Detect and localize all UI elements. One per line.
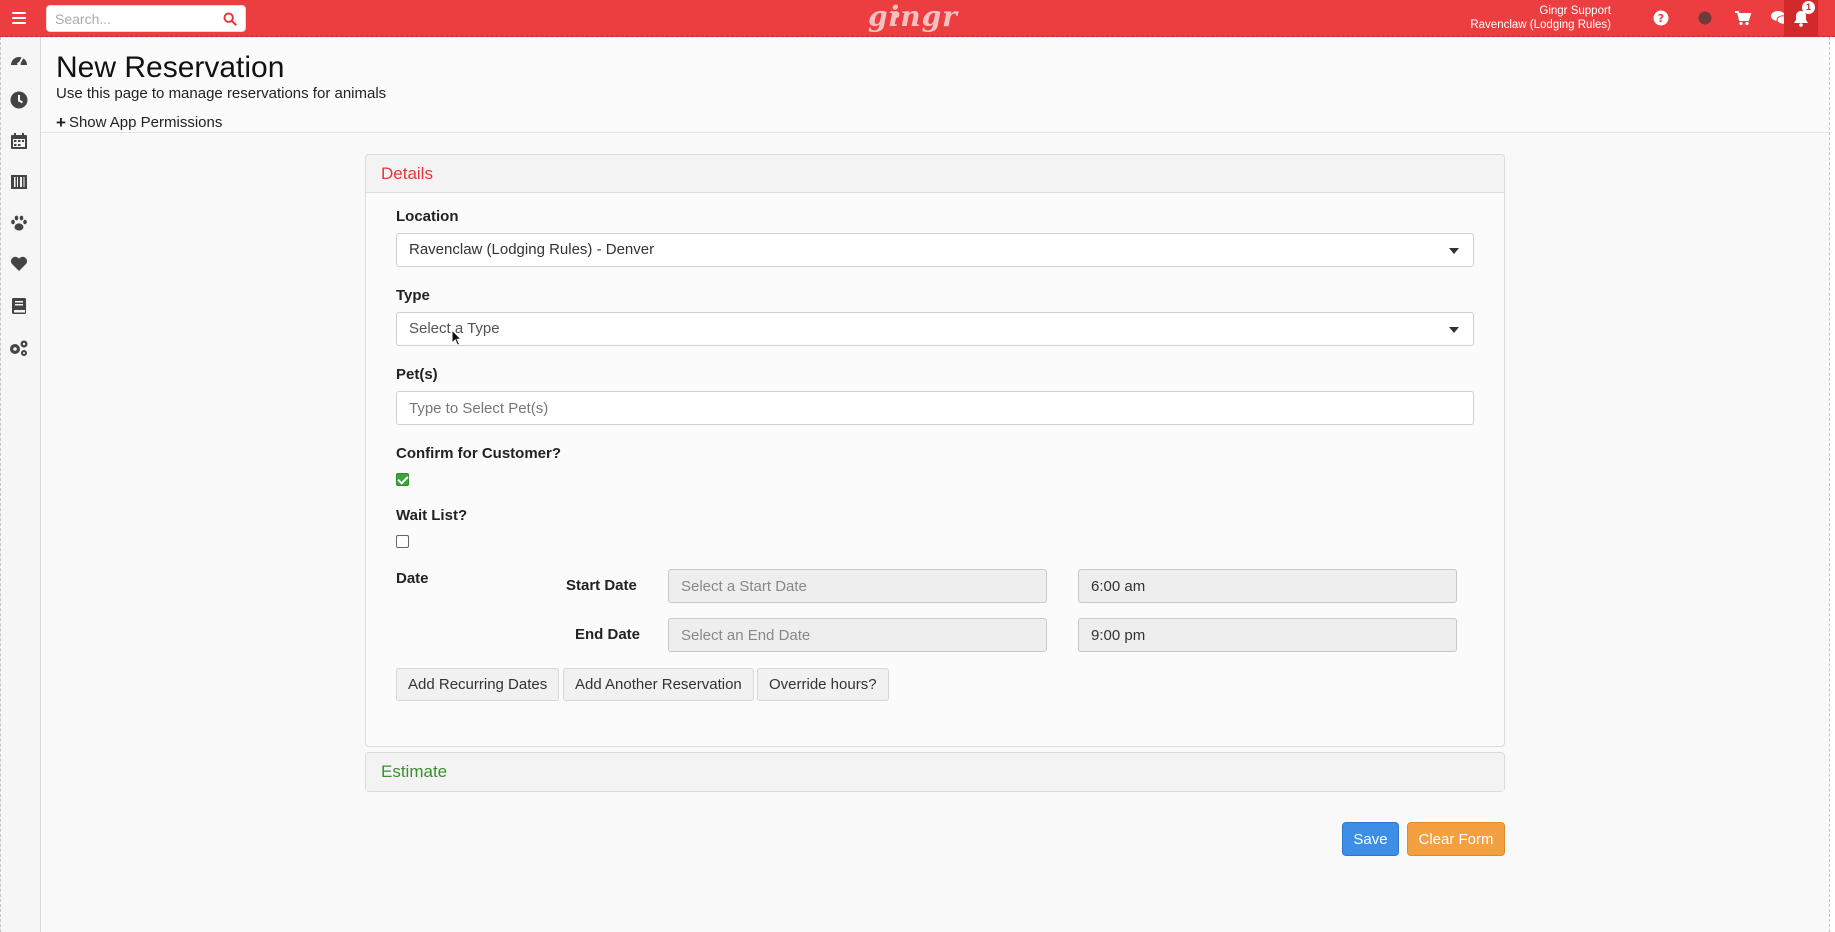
confirm-customer-label: Confirm for Customer? xyxy=(396,445,561,462)
wait-list-label: Wait List? xyxy=(396,507,468,524)
start-date-input[interactable] xyxy=(668,569,1047,603)
clock-icon[interactable] xyxy=(8,89,30,111)
settings-icon[interactable] xyxy=(8,337,30,359)
start-date-label: Start Date xyxy=(566,577,637,594)
user-name: Gingr Support xyxy=(1539,5,1611,17)
location-label: Location xyxy=(396,208,459,225)
page-title: New Reservation xyxy=(56,51,285,84)
add-another-reservation-button[interactable]: Add Another Reservation xyxy=(563,668,754,701)
estimate-heading[interactable]: Estimate xyxy=(366,753,1504,791)
menu-icon[interactable] xyxy=(0,0,38,36)
type-select[interactable]: Select a Type xyxy=(396,312,1474,346)
details-heading[interactable]: Details xyxy=(366,155,1504,193)
help-icon[interactable]: ? xyxy=(1651,8,1671,28)
barcode-icon[interactable] xyxy=(8,171,30,193)
status-dot-icon[interactable] xyxy=(1695,8,1715,28)
plus-icon: + xyxy=(56,112,66,132)
svg-text:?: ? xyxy=(1658,12,1664,25)
type-label: Type xyxy=(396,287,430,304)
date-label: Date xyxy=(396,570,429,587)
user-location: Ravenclaw (Lodging Rules) xyxy=(1470,19,1611,31)
calendar-icon[interactable] xyxy=(8,130,30,152)
right-edge xyxy=(1829,37,1835,932)
chevron-down-icon xyxy=(1449,327,1459,333)
end-date-label: End Date xyxy=(575,626,641,643)
dashboard-icon[interactable] xyxy=(8,48,30,70)
override-hours-button[interactable]: Override hours? xyxy=(757,668,889,701)
pets-input[interactable] xyxy=(396,391,1474,425)
location-selected-value: Ravenclaw (Lodging Rules) - Denver xyxy=(409,241,655,258)
page-subtitle: Use this page to manage reservations for… xyxy=(56,85,387,102)
cart-icon[interactable] xyxy=(1733,8,1753,28)
user-menu[interactable]: Gingr Support Ravenclaw (Lodging Rules) xyxy=(1470,4,1611,32)
chevron-down-icon xyxy=(1449,248,1459,254)
sidebar xyxy=(0,37,41,932)
location-select[interactable]: Ravenclaw (Lodging Rules) - Denver xyxy=(396,233,1474,267)
show-permissions-label: Show App Permissions xyxy=(68,114,223,131)
paw-icon[interactable] xyxy=(8,212,30,234)
end-time-input[interactable] xyxy=(1078,618,1457,652)
page-header: New Reservation Use this page to manage … xyxy=(41,37,1835,133)
search-icon[interactable] xyxy=(223,12,237,26)
search-input[interactable] xyxy=(47,6,207,31)
clear-form-button[interactable]: Clear Form xyxy=(1407,822,1505,856)
estimate-panel: Estimate xyxy=(365,752,1505,792)
notifications-button[interactable]: 1 xyxy=(1784,0,1818,37)
details-panel: Details Location Ravenclaw (Lodging Rule… xyxy=(365,154,1505,747)
top-navbar: ● gingr Gingr Support Ravenclaw (Lodging… xyxy=(0,0,1835,37)
gingr-logo[interactable]: ● gingr xyxy=(868,2,957,34)
search-box xyxy=(46,5,246,32)
add-recurring-dates-button[interactable]: Add Recurring Dates xyxy=(396,668,560,701)
book-icon[interactable] xyxy=(8,295,30,317)
start-time-input[interactable] xyxy=(1078,569,1457,603)
pets-label: Pet(s) xyxy=(396,366,438,383)
wait-list-checkbox[interactable] xyxy=(396,535,409,548)
notification-count-badge: 1 xyxy=(1802,1,1815,14)
heart-icon[interactable] xyxy=(8,253,30,275)
confirm-customer-checkbox[interactable] xyxy=(396,473,409,486)
save-button[interactable]: Save xyxy=(1342,822,1399,856)
end-date-input[interactable] xyxy=(668,618,1047,652)
show-permissions-link[interactable]: + Show App Permissions xyxy=(56,112,223,132)
paw-logo-icon: ● xyxy=(892,10,901,20)
mouse-cursor-icon xyxy=(451,329,463,346)
